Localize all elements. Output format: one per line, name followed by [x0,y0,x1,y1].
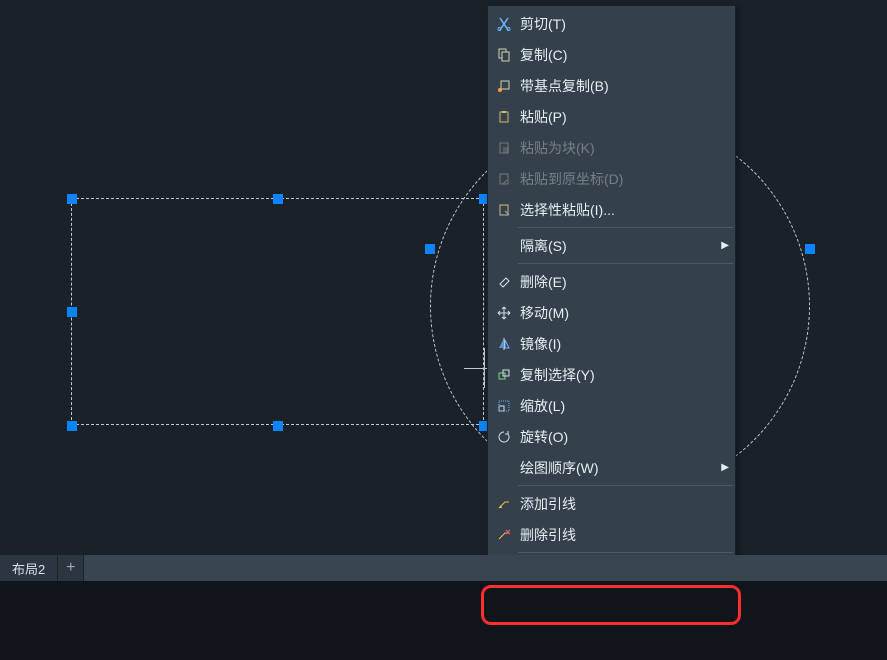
selected-rectangle-object [71,198,484,425]
menu-item-add-leader[interactable]: 添加引线 [488,488,735,519]
submenu-arrow-icon: ▶ [719,240,729,251]
menu-label: 移动(M) [520,303,729,323]
menu-label: 旋转(O) [520,427,729,447]
scale-icon [490,390,518,421]
menu-item-draw-order[interactable]: 绘图顺序(W) ▶ [488,452,735,483]
menu-item-copy[interactable]: 复制(C) [488,39,735,70]
add-layout-tab-button[interactable]: + [58,555,84,581]
menu-item-copy-selection[interactable]: 复制选择(Y) [488,359,735,390]
menu-item-move[interactable]: 移动(M) [488,297,735,328]
menu-label: 删除引线 [520,525,729,545]
submenu-arrow-icon: ▶ [719,462,729,473]
blank-icon [490,230,518,261]
add-leader-icon [490,488,518,519]
menu-item-scale[interactable]: 缩放(L) [488,390,735,421]
menu-label: 添加引线 [520,494,729,514]
grip-handle[interactable] [67,421,77,431]
plus-icon: + [66,559,75,577]
rotate-icon [490,421,518,452]
menu-separator [518,263,733,264]
grip-handle[interactable] [67,307,77,317]
paste-special-icon [490,194,518,225]
grip-handle[interactable] [805,244,815,254]
menu-label: 删除(E) [520,272,729,292]
grip-handle[interactable] [273,421,283,431]
layout-tab-bar: 布局2 + [0,555,887,581]
command-area[interactable] [0,581,887,660]
mirror-icon [490,328,518,359]
menu-label: 复制(C) [520,45,729,65]
layout-tab[interactable]: 布局2 [0,555,58,581]
grip-handle[interactable] [273,194,283,204]
menu-label: 带基点复制(B) [520,76,729,96]
eraser-icon [490,266,518,297]
menu-item-rotate[interactable]: 旋转(O) [488,421,735,452]
paste-orig-icon [490,163,518,194]
menu-item-paste-special[interactable]: 选择性粘贴(I)... [488,194,735,225]
menu-separator [518,227,733,228]
menu-item-mirror[interactable]: 镜像(I) [488,328,735,359]
menu-item-del-leader[interactable]: 删除引线 [488,519,735,550]
menu-item-copy-base[interactable]: 带基点复制(B) [488,70,735,101]
scissors-icon [490,8,518,39]
menu-label: 绘图顺序(W) [520,458,719,478]
menu-label: 镜像(I) [520,334,729,354]
menu-separator [518,485,733,486]
menu-item-isolate[interactable]: 隔离(S) ▶ [488,230,735,261]
menu-label: 缩放(L) [520,396,729,416]
paste-block-icon [490,132,518,163]
move-icon [490,297,518,328]
copy-base-icon [490,70,518,101]
menu-item-cut[interactable]: 剪切(T) [488,8,735,39]
drawing-canvas[interactable]: 剪切(T) 复制(C) 带基点复制(B) 粘贴(P) 粘贴为块(K) [0,0,887,555]
menu-label: 粘贴为块(K) [520,138,729,158]
menu-item-erase[interactable]: 删除(E) [488,266,735,297]
del-leader-icon [490,519,518,550]
menu-label: 复制选择(Y) [520,365,729,385]
blank-icon [490,452,518,483]
copy-selection-icon [490,359,518,390]
menu-separator [518,552,733,553]
tab-label: 布局2 [12,559,45,578]
grip-handle[interactable] [67,194,77,204]
grip-handle[interactable] [425,244,435,254]
copy-icon [490,39,518,70]
clipboard-icon [490,101,518,132]
menu-item-paste-orig: 粘贴到原坐标(D) [488,163,735,194]
menu-label: 剪切(T) [520,14,729,34]
menu-label: 选择性粘贴(I)... [520,200,729,220]
menu-label: 隔离(S) [520,236,719,256]
menu-item-paste[interactable]: 粘贴(P) [488,101,735,132]
menu-label: 粘贴到原坐标(D) [520,169,729,189]
menu-label: 粘贴(P) [520,107,729,127]
menu-item-paste-block: 粘贴为块(K) [488,132,735,163]
